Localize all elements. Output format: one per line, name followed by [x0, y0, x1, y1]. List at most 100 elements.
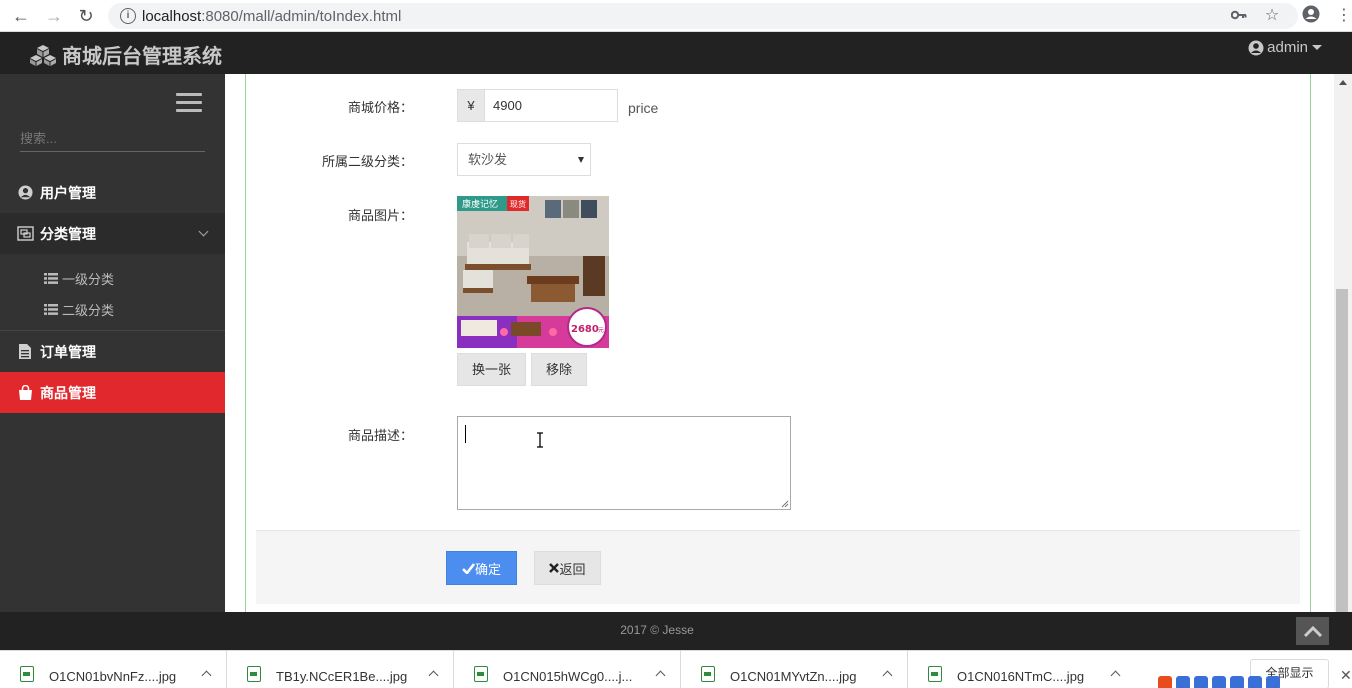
- chevron-down-icon: [198, 226, 209, 237]
- ime-voice-icon: [1230, 676, 1244, 688]
- back-arrow-icon[interactable]: ←: [10, 5, 32, 27]
- star-icon[interactable]: ☆: [1261, 5, 1283, 27]
- sidebar-subitem-level2[interactable]: 二级分类: [44, 300, 114, 319]
- ime-punctuation-icon: [1194, 676, 1208, 688]
- ime-keyboard-icon: [1248, 676, 1262, 688]
- change-image-button[interactable]: 换一张: [457, 353, 526, 386]
- ime-emoji-icon: [1212, 676, 1226, 688]
- sidebar-item-label: 分类管理: [40, 225, 96, 242]
- caret-down-icon: [1312, 45, 1322, 50]
- list-icon: [44, 304, 58, 315]
- download-filename: O1CN016NTmC....jpg: [957, 669, 1085, 684]
- category-submenu: 一级分类 二级分类: [0, 254, 225, 331]
- sidebar-item-orders[interactable]: 订单管理: [0, 331, 225, 372]
- sidebar-subitem-level1[interactable]: 一级分类: [44, 269, 114, 288]
- download-item[interactable]: O1CN01bvNnFz....jpg: [0, 651, 227, 688]
- list-icon: [44, 273, 58, 284]
- price-help-text: price: [628, 100, 659, 116]
- remove-image-button[interactable]: 移除: [531, 353, 587, 386]
- cubes-icon: [30, 44, 56, 66]
- back-to-top-button[interactable]: [1296, 617, 1329, 645]
- chevron-up-icon[interactable]: [428, 670, 439, 681]
- scroll-thumb[interactable]: [1336, 289, 1348, 612]
- ime-language-icon: [1176, 676, 1190, 688]
- image-promo-unit: 元: [598, 327, 604, 334]
- close-icon[interactable]: ✕: [1340, 667, 1352, 684]
- chevron-up-icon: [1303, 625, 1322, 637]
- description-label: 商品描述：: [347, 428, 413, 443]
- image-badge-text: 现货: [510, 199, 526, 209]
- sidebar-item-users[interactable]: 用户管理: [0, 172, 225, 213]
- shopping-bag-icon: [16, 385, 34, 401]
- resize-handle-icon[interactable]: [781, 500, 789, 508]
- back-label: 返回: [559, 561, 586, 577]
- category-label: 所属二级分类：: [321, 154, 413, 169]
- sidebar-item-label: 用户管理: [40, 184, 96, 201]
- back-button[interactable]: 返回: [534, 551, 601, 585]
- submit-label: 确定: [474, 561, 501, 577]
- object-group-icon: [16, 226, 34, 242]
- hamburger-menu-icon[interactable]: [176, 93, 202, 113]
- page-footer: 2017 © Jesse: [0, 612, 1352, 650]
- category-select[interactable]: 软沙发: [457, 143, 591, 176]
- check-icon: [462, 562, 475, 574]
- price-input[interactable]: [484, 89, 618, 122]
- image-file-icon: [247, 666, 261, 682]
- url-text: localhost:8080/mall/admin/toIndex.html: [142, 8, 401, 25]
- download-item[interactable]: TB1y.NCcER1Be....jpg: [227, 651, 454, 688]
- select-arrow-icon: [578, 157, 584, 163]
- sidebar-item-categories[interactable]: 分类管理: [0, 213, 225, 254]
- sidebar-subitem-label: 二级分类: [62, 303, 115, 318]
- ime-logo-icon: [1158, 676, 1172, 688]
- text-caret: [465, 425, 466, 443]
- product-image: 康虔记忆 现货 2680 元: [457, 196, 609, 348]
- download-filename: O1CN01bvNnFz....jpg: [49, 669, 177, 684]
- more-vert-icon[interactable]: ⋮: [1333, 5, 1352, 27]
- scroll-up-arrow-icon[interactable]: [1339, 80, 1347, 85]
- chevron-up-icon[interactable]: [201, 670, 212, 681]
- form-actions: 确定 返回: [256, 530, 1300, 604]
- chevron-up-icon[interactable]: [1110, 670, 1121, 681]
- copyright-text: 2017 © Jesse: [620, 623, 694, 637]
- submit-button[interactable]: 确定: [446, 551, 517, 585]
- forward-arrow-icon[interactable]: →: [43, 5, 65, 27]
- image-promo-price: 2680: [571, 324, 599, 335]
- download-item[interactable]: O1CN016NTmC....jpg: [908, 651, 1135, 688]
- reload-icon[interactable]: ↻: [75, 5, 97, 27]
- image-file-icon: [701, 666, 715, 682]
- address-bar[interactable]: i localhost:8080/mall/admin/toIndex.html: [108, 3, 1298, 29]
- page-scrollbar[interactable]: [1334, 74, 1352, 612]
- sidebar-search-input[interactable]: 搜索...: [20, 130, 205, 152]
- url-path: :8080/mall/admin/toIndex.html: [201, 8, 402, 25]
- url-host: localhost: [142, 8, 202, 25]
- category-selected-value: 软沙发: [468, 152, 508, 167]
- brand[interactable]: 商城后台管理系统: [30, 40, 222, 69]
- download-item[interactable]: O1CN01MYvtZn....jpg: [681, 651, 908, 688]
- price-input-group: ¥: [457, 89, 618, 122]
- user-menu[interactable]: admin: [1248, 39, 1322, 56]
- sidebar-item-products[interactable]: 商品管理: [0, 372, 225, 413]
- ime-toolbar: [1158, 676, 1338, 688]
- download-filename: O1CN01MYvtZn....jpg: [730, 669, 857, 684]
- app-header: 商城后台管理系统 admin: [0, 32, 1352, 74]
- info-icon[interactable]: i: [120, 8, 136, 24]
- download-bar: O1CN01bvNnFz....jpg TB1y.NCcER1Be....jpg…: [0, 650, 1352, 688]
- sidebar-item-label: 订单管理: [40, 343, 96, 360]
- image-file-icon: [928, 666, 942, 682]
- chevron-up-icon[interactable]: [655, 670, 666, 681]
- sidebar: 搜索... 用户管理 分类管理 一级分类 二级分类 订单管理 商品管理: [0, 74, 225, 612]
- times-icon: [549, 563, 560, 573]
- chevron-up-icon[interactable]: [882, 670, 893, 681]
- sidebar-subitem-label: 一级分类: [62, 272, 115, 287]
- user-circle-icon: [1248, 40, 1264, 55]
- user-circle-icon: [16, 185, 34, 201]
- user-name: admin: [1267, 39, 1308, 56]
- key-icon[interactable]: [1228, 5, 1250, 27]
- text-cursor-icon: [537, 432, 543, 448]
- profile-icon[interactable]: [1300, 5, 1322, 27]
- form-panel: 商城价格： ¥ price 所属二级分类： 软沙发 商品图片：: [245, 74, 1311, 612]
- brand-title: 商城后台管理系统: [62, 46, 222, 68]
- download-filename: TB1y.NCcER1Be....jpg: [276, 669, 408, 684]
- download-item[interactable]: O1CN015hWCg0....j...: [454, 651, 681, 688]
- description-textarea[interactable]: [457, 416, 791, 510]
